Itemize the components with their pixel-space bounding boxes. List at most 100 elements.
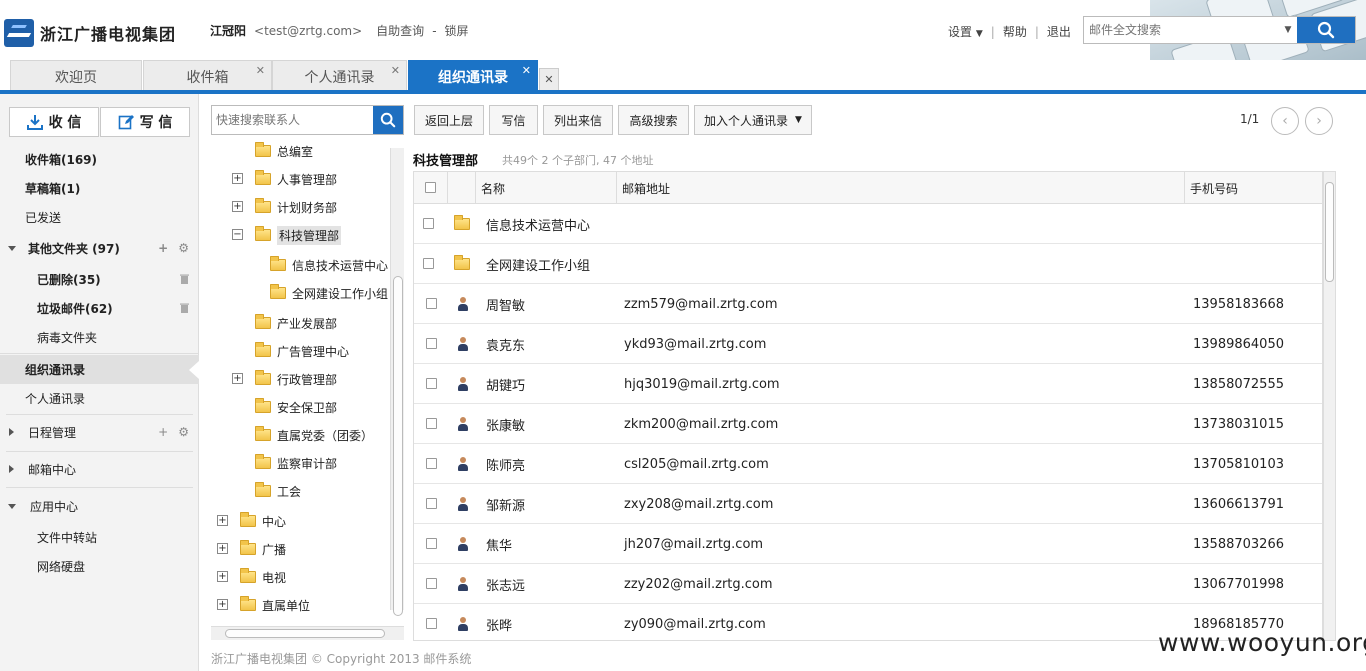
contact-search-input[interactable] [212, 106, 373, 134]
nav-app-center[interactable]: 应用中心 [0, 492, 199, 520]
scrollbar-thumb[interactable] [1325, 182, 1334, 282]
next-page-button[interactable]: › [1305, 107, 1333, 135]
tree-node[interactable]: 广播 [240, 538, 286, 560]
chevron-down-icon[interactable] [8, 245, 16, 251]
gear-icon[interactable]: ⚙ [178, 241, 189, 255]
table-row-folder[interactable]: 全网建设工作小组 [414, 244, 1322, 284]
back-button[interactable]: 返回上层 [414, 105, 484, 135]
row-name[interactable]: 张志远 [486, 575, 525, 594]
collapse-icon[interactable]: − [232, 229, 243, 240]
row-checkbox[interactable] [423, 258, 434, 269]
search-scope-dropdown[interactable]: ▼ [1279, 17, 1297, 43]
add-personal-contacts-button[interactable]: 加入个人通讯录 ▼ [694, 105, 812, 135]
tree-node[interactable]: 全网建设工作小组 [270, 282, 388, 304]
row-name[interactable]: 张康敏 [486, 415, 525, 434]
expand-icon[interactable]: + [232, 373, 243, 384]
write-mail-button[interactable]: 写 信 [100, 107, 190, 137]
row-email[interactable]: zzm579@mail.zrtg.com [624, 297, 778, 312]
tab-welcome[interactable]: 欢迎页 [10, 60, 142, 92]
row-checkbox[interactable] [426, 458, 437, 469]
tree-node[interactable]: 计划财务部 [255, 196, 337, 218]
contact-search-button[interactable] [373, 106, 403, 134]
table-row[interactable]: 张志远 zzy202@mail.zrtg.com 13067701998 [414, 564, 1322, 604]
table-row[interactable]: 袁克东 ykd93@mail.zrtg.com 13989864050 [414, 324, 1322, 364]
row-email[interactable]: hjq3019@mail.zrtg.com [624, 377, 780, 392]
row-checkbox[interactable] [426, 498, 437, 509]
col-name[interactable]: 名称 [475, 172, 616, 204]
logout-link[interactable]: 退出 [1047, 23, 1071, 40]
col-email[interactable]: 邮箱地址 [616, 172, 1184, 204]
add-icon[interactable]: + [158, 425, 168, 439]
table-row[interactable]: 胡键巧 hjq3019@mail.zrtg.com 13858072555 [414, 364, 1322, 404]
row-checkbox[interactable] [423, 218, 434, 229]
expand-icon[interactable]: + [232, 173, 243, 184]
nav-calendar[interactable]: 日程管理 + ⚙ [0, 418, 199, 446]
row-checkbox[interactable] [426, 418, 437, 429]
table-vertical-scrollbar[interactable] [1323, 171, 1336, 641]
folder-drafts[interactable]: 草稿箱(1) [0, 174, 199, 202]
list-mail-button[interactable]: 列出来信 [543, 105, 613, 135]
add-icon[interactable]: + [158, 241, 168, 255]
row-email[interactable]: csl205@mail.zrtg.com [624, 457, 769, 472]
tree-vertical-scrollbar[interactable] [390, 148, 404, 616]
tree-node[interactable]: 监察审计部 [255, 452, 337, 474]
nav-file-transfer[interactable]: 文件中转站 [0, 523, 199, 551]
folder-sent[interactable]: 已发送 [0, 203, 199, 231]
row-email[interactable]: jh207@mail.zrtg.com [624, 537, 763, 552]
select-all-checkbox[interactable] [425, 182, 436, 193]
write-button[interactable]: 写信 [489, 105, 538, 135]
advanced-search-button[interactable]: 高级搜索 [618, 105, 689, 135]
tree-node[interactable]: 直属党委（团委） [255, 424, 373, 446]
row-name[interactable]: 全网建设工作小组 [486, 255, 590, 274]
tab-inbox[interactable]: 收件箱 ✕ [143, 60, 272, 92]
nav-org-contacts[interactable]: 组织通讯录 [0, 355, 199, 384]
folder-spam[interactable]: 垃圾邮件(62) [0, 294, 199, 322]
mail-search-input[interactable] [1084, 17, 1279, 43]
row-email[interactable]: zzy202@mail.zrtg.com [624, 577, 773, 592]
col-phone[interactable]: 手机号码 [1184, 172, 1314, 204]
lock-screen-link[interactable]: 锁屏 [445, 22, 469, 39]
gear-icon[interactable]: ⚙ [178, 425, 189, 439]
chevron-down-icon[interactable] [8, 503, 16, 509]
settings-menu[interactable]: 设置 ▼ [948, 23, 983, 40]
tree-node[interactable]: 广告管理中心 [255, 340, 349, 362]
close-all-tabs-button[interactable]: ✕ [539, 68, 559, 90]
folder-others[interactable]: 其他文件夹 (97) + ⚙ [0, 234, 199, 262]
row-name[interactable]: 陈师亮 [486, 455, 525, 474]
row-name[interactable]: 信息技术运营中心 [486, 215, 590, 234]
row-name[interactable]: 周智敏 [486, 295, 525, 314]
receive-mail-button[interactable]: 收 信 [9, 107, 99, 137]
table-row[interactable]: 周智敏 zzm579@mail.zrtg.com 13958183668 [414, 284, 1322, 324]
row-name[interactable]: 焦华 [486, 535, 512, 554]
help-link[interactable]: 帮助 [1003, 23, 1027, 40]
row-name[interactable]: 袁克东 [486, 335, 525, 354]
row-checkbox[interactable] [426, 298, 437, 309]
folder-inbox[interactable]: 收件箱(169) [0, 145, 199, 173]
table-row[interactable]: 陈师亮 csl205@mail.zrtg.com 13705810103 [414, 444, 1322, 484]
chevron-right-icon[interactable] [9, 428, 14, 436]
row-name[interactable]: 胡键巧 [486, 375, 525, 394]
row-checkbox[interactable] [426, 338, 437, 349]
tree-node-selected[interactable]: 科技管理部 [255, 224, 342, 246]
row-name[interactable]: 张晔 [486, 615, 512, 634]
expand-icon[interactable]: + [217, 543, 228, 554]
tree-node[interactable]: 安全保卫部 [255, 396, 337, 418]
tree-node[interactable]: 信息技术运营中心 [270, 254, 388, 276]
row-email[interactable]: zkm200@mail.zrtg.com [624, 417, 778, 432]
close-icon[interactable]: ✕ [391, 64, 400, 77]
table-row-folder[interactable]: 信息技术运营中心 [414, 204, 1322, 244]
expand-icon[interactable]: + [232, 201, 243, 212]
expand-icon[interactable]: + [217, 515, 228, 526]
nav-net-disk[interactable]: 网络硬盘 [0, 552, 199, 580]
tree-node[interactable]: 人事管理部 [255, 168, 337, 190]
scrollbar-thumb[interactable] [225, 629, 385, 638]
row-checkbox[interactable] [426, 378, 437, 389]
scrollbar-thumb[interactable] [393, 276, 403, 616]
chevron-right-icon[interactable] [9, 465, 14, 473]
row-email[interactable]: zy090@mail.zrtg.com [624, 617, 766, 632]
tree-node[interactable]: 中心 [240, 510, 286, 532]
table-row[interactable]: 张康敏 zkm200@mail.zrtg.com 13738031015 [414, 404, 1322, 444]
search-button[interactable] [1297, 17, 1355, 43]
nav-mailbox-center[interactable]: 邮箱中心 [0, 455, 199, 483]
close-icon[interactable]: ✕ [256, 64, 265, 77]
